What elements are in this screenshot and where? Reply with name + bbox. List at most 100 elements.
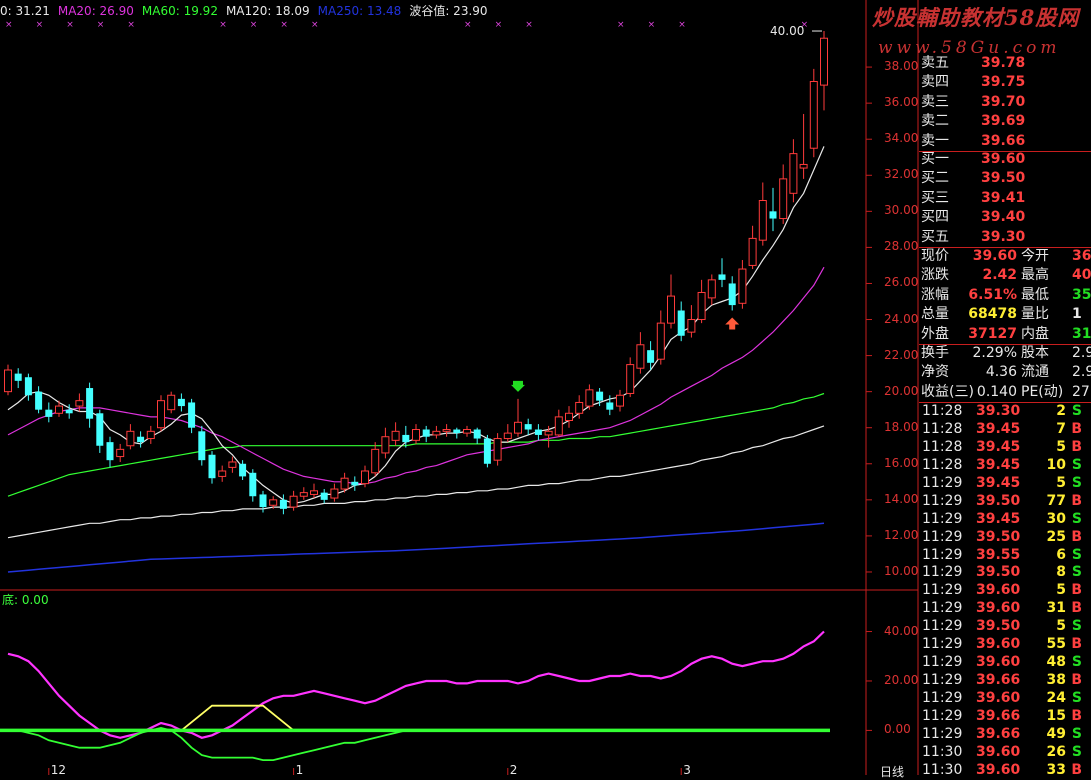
tick-time: 11:30 xyxy=(922,743,963,760)
fund-row: 收益(三) 0.140 PE(动) 27 xyxy=(919,383,1091,402)
candle-body xyxy=(544,430,553,436)
candle xyxy=(35,386,43,414)
candle-body xyxy=(809,81,818,149)
candle xyxy=(656,310,665,365)
candle xyxy=(554,409,563,437)
tick-direction: B xyxy=(1071,438,1082,455)
tick-row[interactable]: 11:29 39.55 6 S xyxy=(919,547,1091,565)
tick-row[interactable]: 11:29 39.60 31 B xyxy=(919,600,1091,618)
price-axis-label: 22.00 xyxy=(884,347,919,362)
candle-body xyxy=(116,448,125,458)
candle-body xyxy=(514,421,522,434)
candle-body xyxy=(769,211,777,219)
tick-row[interactable]: 11:29 39.45 5 S xyxy=(919,475,1091,493)
candle xyxy=(4,364,12,396)
candle xyxy=(463,425,471,437)
tick-row[interactable]: 11:29 39.60 24 S xyxy=(919,690,1091,708)
ask-label: 卖五 xyxy=(921,55,949,71)
tick-list[interactable]: 11:28 39.30 2 S 11:28 39.45 7 B 11:28 39.45 5 B 11:2… xyxy=(919,403,1091,780)
candle-body xyxy=(340,477,349,490)
tick-row[interactable]: 11:29 39.66 15 B xyxy=(919,708,1091,726)
candle xyxy=(14,368,22,389)
tick-direction: B xyxy=(1071,528,1082,545)
tick-row[interactable]: 11:28 39.45 5 B xyxy=(919,439,1091,457)
candlestick-series: 40.00 xyxy=(4,24,828,515)
tick-row[interactable]: 11:29 39.60 55 B xyxy=(919,636,1091,654)
candle xyxy=(126,424,135,450)
candle xyxy=(96,409,104,453)
quote-row: 外盘 37127 内盘 31 xyxy=(919,325,1091,344)
candle xyxy=(738,260,747,309)
candle xyxy=(820,31,828,111)
tick-volume: 24 xyxy=(1046,690,1066,706)
ask-label: 卖二 xyxy=(921,113,949,130)
candle xyxy=(758,182,767,246)
price-axis-label: 38.00 xyxy=(884,59,919,74)
candle-body xyxy=(493,438,502,461)
ask-price: 39.75 xyxy=(981,74,1026,91)
tick-row[interactable]: 11:29 39.50 77 B xyxy=(919,493,1091,511)
bid-label: 买五 xyxy=(921,228,949,245)
tick-time: 11:30 xyxy=(922,761,963,778)
candle-body xyxy=(667,295,675,324)
candle-body xyxy=(554,416,563,436)
candle-body xyxy=(146,430,155,440)
candle-body xyxy=(14,373,22,381)
top-event-marker: × xyxy=(5,20,13,30)
tick-row[interactable]: 11:29 39.60 48 S xyxy=(919,654,1091,672)
candle xyxy=(299,487,308,500)
tick-time: 11:29 xyxy=(922,510,963,527)
tick-row[interactable]: 11:28 39.45 10 S xyxy=(919,457,1091,475)
tick-row[interactable]: 11:29 39.50 5 S xyxy=(919,618,1091,636)
tick-volume: 2 xyxy=(1056,403,1066,419)
quote-value: 40 xyxy=(1072,267,1091,284)
tick-row[interactable]: 11:30 39.60 26 S xyxy=(919,744,1091,762)
top-event-marker: × xyxy=(525,20,533,30)
tick-time: 11:29 xyxy=(922,582,963,599)
tick-price: 39.55 xyxy=(976,546,1021,563)
candle-body xyxy=(442,429,451,432)
candle xyxy=(106,436,114,468)
quote-value: 35 xyxy=(1072,286,1091,303)
candle xyxy=(208,451,216,484)
candle-body xyxy=(126,430,135,447)
tick-volume: 49 xyxy=(1046,725,1066,742)
quote-label: 内盘 xyxy=(1021,325,1049,342)
watermark-title: 炒股輔助教材58股网 xyxy=(872,5,1080,30)
price-axis-label: 24.00 xyxy=(884,311,919,326)
tick-row[interactable]: 11:29 39.50 25 B xyxy=(919,529,1091,547)
buy-signal-arrow-icon xyxy=(511,380,525,392)
top-event-marker: × xyxy=(66,20,74,30)
candle-body xyxy=(728,283,736,306)
tick-row[interactable]: 11:30 39.60 33 B xyxy=(919,762,1091,780)
price-axis-label: 10.00 xyxy=(884,563,919,578)
candle-body xyxy=(596,391,604,401)
candle xyxy=(157,395,165,432)
candle-body xyxy=(636,344,645,369)
candle-body xyxy=(422,429,430,437)
quote-label: 最低 xyxy=(1021,286,1049,303)
ask-row: 卖一 39.66 xyxy=(919,132,1091,151)
bid-label: 买四 xyxy=(921,209,949,226)
period-label[interactable]: 日线 xyxy=(880,763,904,780)
candle xyxy=(769,187,777,232)
tick-price: 39.60 xyxy=(976,743,1021,760)
fund-label: 收益(三) xyxy=(921,383,974,400)
tick-row[interactable]: 11:28 39.45 7 B xyxy=(919,421,1091,439)
tick-time: 11:29 xyxy=(922,528,963,545)
candle xyxy=(483,434,491,468)
tick-row[interactable]: 11:29 39.45 30 S xyxy=(919,511,1091,529)
price-axis-label: 12.00 xyxy=(884,527,919,542)
tick-price: 39.60 xyxy=(976,582,1021,599)
fund-value: 2.29% xyxy=(972,345,1017,361)
tick-row[interactable]: 11:29 39.60 5 B xyxy=(919,582,1091,600)
ask-label: 卖一 xyxy=(921,132,949,149)
fund-value: 27 xyxy=(1072,383,1090,400)
tick-time: 11:28 xyxy=(922,456,963,473)
candle-body xyxy=(697,291,706,321)
tick-row[interactable]: 11:29 39.66 49 S xyxy=(919,726,1091,744)
candle xyxy=(361,465,369,488)
tick-row[interactable]: 11:29 39.50 8 S xyxy=(919,564,1091,582)
tick-row[interactable]: 11:29 39.66 38 B xyxy=(919,672,1091,690)
tick-row[interactable]: 11:28 39.30 2 S xyxy=(919,403,1091,421)
